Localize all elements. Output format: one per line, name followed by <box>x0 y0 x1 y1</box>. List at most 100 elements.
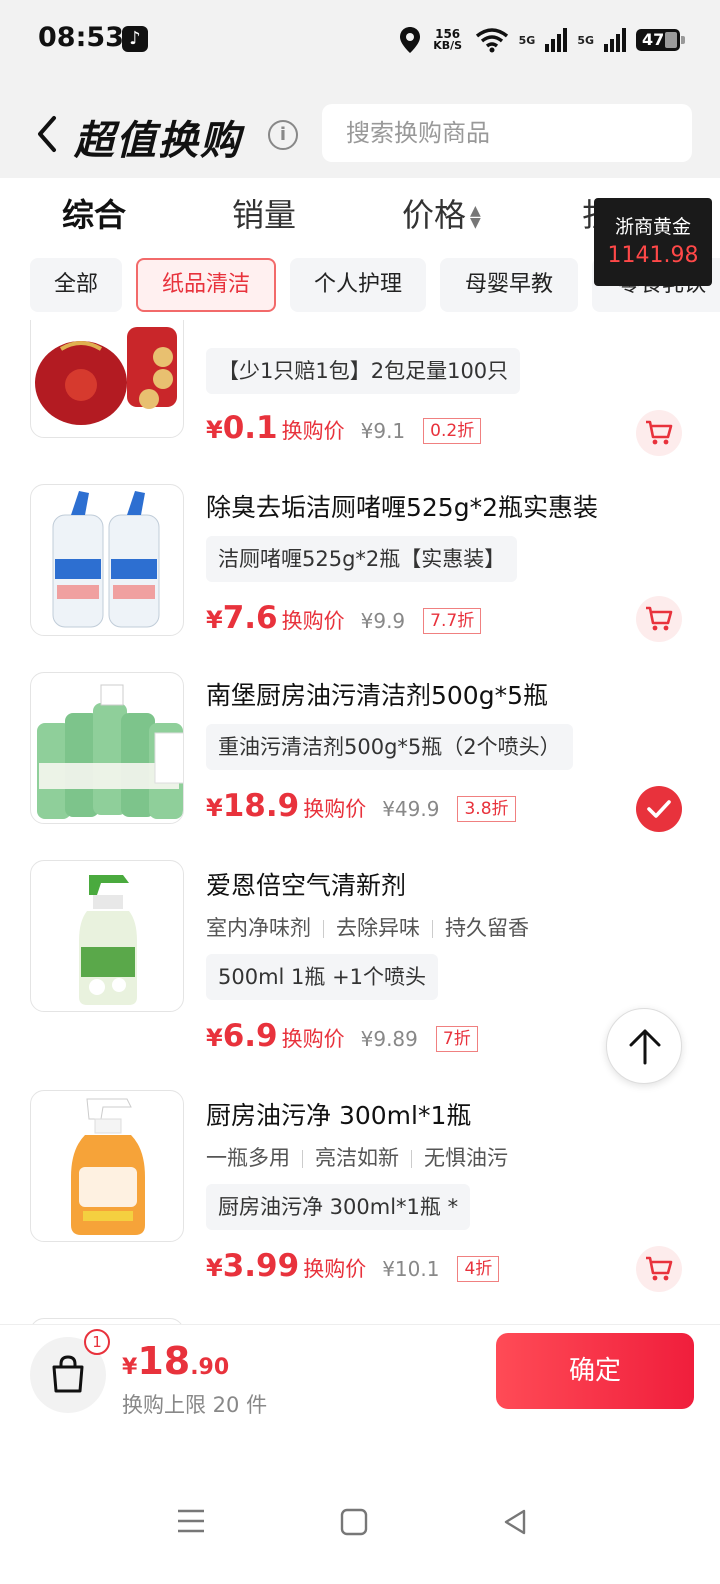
exchange-price: 18.9 <box>222 788 300 824</box>
original-price: ¥49.9 <box>382 797 440 821</box>
product-spec: 【少1只赔1包】2包足量100只 <box>206 348 521 394</box>
info-icon[interactable]: i <box>268 120 298 150</box>
price-row: ¥18.9 换购价 ¥49.9 3.8折 <box>206 788 516 828</box>
currency: ¥ <box>206 606 223 634</box>
total-dec: .90 <box>190 1355 230 1380</box>
product-tag: 一瓶多用 <box>206 1146 290 1170</box>
system-nav-bar <box>0 1420 720 1584</box>
product-tag: 无惧油污 <box>424 1146 508 1170</box>
product-item[interactable]: 除臭去垢洁厕啫喱525g*2瓶实惠装 洁厕啫喱525g*2瓶【实惠装】 ¥7.6… <box>0 484 720 654</box>
chip-baby-education[interactable]: 母婴早教 <box>440 258 578 312</box>
product-spec: 厨房油污净 300ml*1瓶 * <box>206 1184 471 1230</box>
product-spec: 500ml 1瓶 +1个喷头 <box>206 954 439 1000</box>
kitchen-cleaner-image <box>37 684 183 819</box>
product-tag: 亮洁如新 <box>315 1146 399 1170</box>
exchange-price: 7.6 <box>222 600 278 636</box>
search-input[interactable]: 搜索换购商品 <box>322 104 692 162</box>
product-spec: 重油污清洁剂500g*5瓶（2个喷头） <box>206 724 573 770</box>
product-item[interactable]: 【少1只赔1包】2包足量100只 ¥0.1 换购价 ¥9.1 0.2折 <box>0 320 720 456</box>
battery-icon: 47 <box>636 29 685 51</box>
price-label: 换购价 <box>281 609 345 633</box>
add-to-cart-button[interactable] <box>636 410 682 456</box>
page-title: 超值换购 <box>74 118 242 164</box>
sort-tab-sales[interactable]: 销量 <box>232 190 296 236</box>
product-title[interactable]: 南堡厨房油污清洁剂500g*5瓶 <box>206 676 548 712</box>
chip-all[interactable]: 全部 <box>30 258 122 312</box>
gold-price-widget[interactable]: 浙商黄金 1141.98 <box>594 198 712 286</box>
product-item[interactable]: 南堡厨房油污清洁剂500g*5瓶 重油污清洁剂500g*5瓶（2个喷头） ¥18… <box>0 672 720 842</box>
home-icon[interactable] <box>340 1508 368 1536</box>
product-image-air-freshener[interactable] <box>30 860 184 1012</box>
product-image-toilet-gel[interactable] <box>30 484 184 636</box>
add-to-cart-button[interactable] <box>636 596 682 642</box>
total-int: 18 <box>137 1339 191 1383</box>
product-tag: 室内净味剂 <box>206 916 311 940</box>
exchange-limit-text: 换购上限 20 件 <box>122 1393 268 1417</box>
selected-checkbox[interactable] <box>636 786 682 832</box>
kitchen-degreaser-image <box>71 1098 145 1235</box>
confirm-button[interactable]: 确定 <box>496 1333 694 1409</box>
scroll-to-top-button[interactable] <box>606 1008 682 1084</box>
original-price: ¥9.9 <box>360 609 406 633</box>
currency: ¥ <box>206 1254 223 1282</box>
trash-bag-image <box>35 327 177 425</box>
exchange-price: 6.9 <box>222 1018 278 1054</box>
product-image-kitchen-cleaner[interactable] <box>30 672 184 824</box>
shopping-bag-icon <box>52 1355 84 1393</box>
product-list[interactable]: 【少1只赔1包】2包足量100只 ¥0.1 换购价 ¥9.1 0.2折 除臭去垢洁厕啫… <box>0 320 720 1324</box>
network-type-2: 5G <box>577 33 594 47</box>
battery-level: 47 <box>642 30 665 49</box>
speed-unit: KB/S <box>433 39 463 52</box>
product-image-trash-bags[interactable] <box>30 320 184 438</box>
gold-name: 浙商黄金 <box>614 216 691 238</box>
product-tag: 去除异味 <box>336 916 420 940</box>
price-row: ¥7.6 换购价 ¥9.9 7.7折 <box>206 600 482 640</box>
back-icon[interactable] <box>32 112 62 156</box>
discount-badge: 4折 <box>457 1256 500 1282</box>
signal-icon-2 <box>604 28 626 52</box>
air-freshener-image <box>79 875 137 1005</box>
product-item[interactable]: 厨房油污净 300ml*1瓶 一瓶多用 亮洁如新 无惧油污 厨房油污净 300ml*… <box>0 1090 720 1310</box>
product-spec: 洁厕啫喱525g*2瓶【实惠装】 <box>206 536 518 582</box>
back-nav-icon[interactable] <box>502 1508 528 1536</box>
price-label: 换购价 <box>303 1257 367 1281</box>
menu-icon[interactable] <box>176 1508 206 1534</box>
add-to-cart-button[interactable] <box>636 1246 682 1292</box>
product-tags: 一瓶多用 亮洁如新 无惧油污 <box>206 1142 508 1172</box>
discount-badge: 3.8折 <box>457 796 516 822</box>
cart-count-badge: 1 <box>84 1329 110 1355</box>
sort-tab-comprehensive[interactable]: 综合 <box>62 190 126 236</box>
exchange-price: 3.99 <box>222 1248 300 1284</box>
total-currency: ¥ <box>122 1355 138 1380</box>
original-price: ¥9.89 <box>360 1027 418 1051</box>
chip-paper-cleaning[interactable]: 纸品清洁 <box>136 258 276 312</box>
price-label: 换购价 <box>303 797 367 821</box>
original-price: ¥9.1 <box>360 419 406 443</box>
price-row: ¥6.9 换购价 ¥9.89 7折 <box>206 1018 478 1058</box>
status-time: 08:53 <box>38 22 124 53</box>
price-row: ¥3.99 换购价 ¥10.1 4折 <box>206 1248 500 1288</box>
product-title[interactable]: 爱恩倍空气清新剂 <box>206 866 406 902</box>
product-title[interactable]: 厨房油污净 300ml*1瓶 <box>206 1096 471 1132</box>
status-bar: 08:53 ♪ 156 KB/S 5G 5G 47 <box>0 0 720 80</box>
sort-arrows-icon: ▲ ▼ <box>470 203 481 231</box>
original-price: ¥10.1 <box>382 1257 440 1281</box>
discount-badge: 0.2折 <box>423 418 482 444</box>
price-label: 换购价 <box>281 1027 345 1051</box>
arrow-up-icon <box>629 1029 661 1065</box>
currency: ¥ <box>206 794 223 822</box>
wifi-icon <box>475 28 508 53</box>
cart-icon <box>646 1256 673 1281</box>
checkout-bar: 1 ¥18.90 换购上限 20 件 确定 <box>0 1324 720 1420</box>
price-label: 换购价 <box>281 419 345 443</box>
gold-price: 1141.98 <box>607 243 699 268</box>
product-image-kitchen-degreaser[interactable] <box>30 1090 184 1242</box>
chip-personal-care[interactable]: 个人护理 <box>290 258 426 312</box>
discount-badge: 7折 <box>435 1026 478 1052</box>
product-title[interactable]: 除臭去垢洁厕啫喱525g*2瓶实惠装 <box>206 488 598 524</box>
tiktok-notification-icon: ♪ <box>122 26 148 52</box>
toilet-gel-image <box>52 491 160 628</box>
sort-tab-price[interactable]: 价格 ▲ ▼ <box>402 190 481 236</box>
location-icon <box>399 27 420 53</box>
product-tag: 持久留香 <box>445 916 529 940</box>
